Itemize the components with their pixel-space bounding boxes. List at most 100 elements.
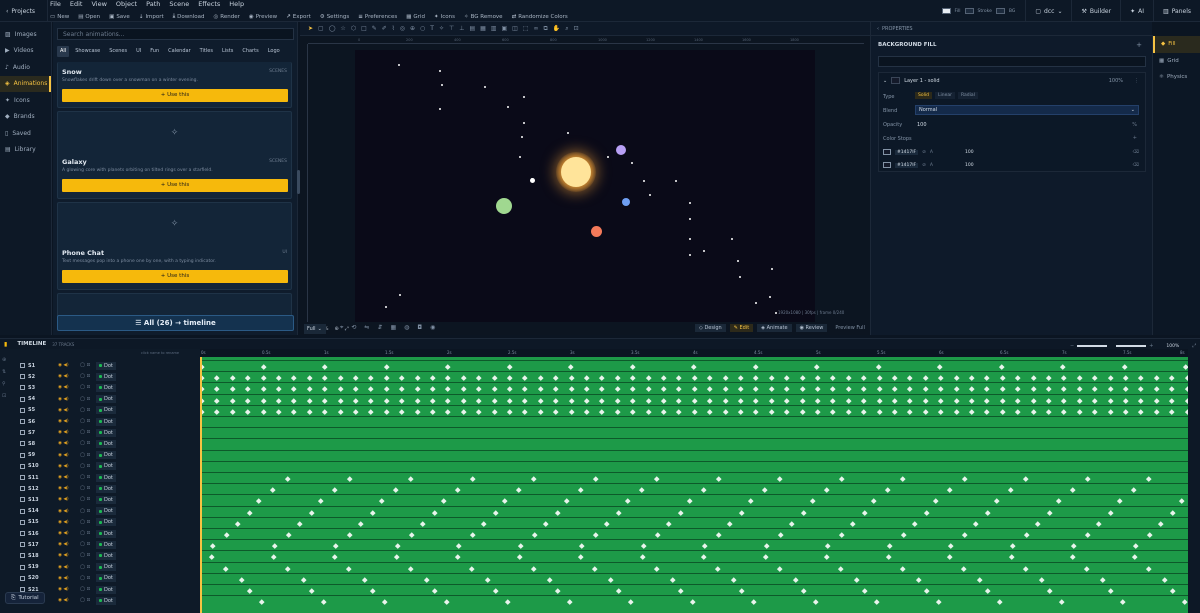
track-type[interactable]: Dot xyxy=(96,507,116,516)
keyframe[interactable] xyxy=(784,397,790,403)
keyframe[interactable] xyxy=(491,375,497,381)
bg-swatch[interactable] xyxy=(995,8,1005,14)
keyframe[interactable] xyxy=(538,375,544,381)
keyframe[interactable] xyxy=(1070,554,1076,560)
keyframe[interactable] xyxy=(1015,397,1021,403)
keyframe[interactable] xyxy=(1046,375,1052,381)
keyframe[interactable] xyxy=(461,375,467,381)
keyframe[interactable] xyxy=(938,397,944,403)
keyframe[interactable] xyxy=(430,409,436,415)
keyframe[interactable] xyxy=(542,521,548,527)
keyframe[interactable] xyxy=(563,498,569,504)
track-name[interactable]: S4 xyxy=(28,396,58,402)
keyframe[interactable] xyxy=(823,487,829,493)
keyframe[interactable] xyxy=(368,386,374,392)
keyframe[interactable] xyxy=(370,509,376,515)
keyframe[interactable] xyxy=(762,487,768,493)
keyframe[interactable] xyxy=(948,543,954,549)
filter-titles[interactable]: Titles xyxy=(197,46,216,57)
keyframe[interactable] xyxy=(984,397,990,403)
keyframe[interactable] xyxy=(599,397,605,403)
keyframe[interactable] xyxy=(491,397,497,403)
track-checkbox[interactable] xyxy=(20,363,25,369)
track-checkbox[interactable] xyxy=(20,508,25,514)
keyframe[interactable] xyxy=(291,397,297,403)
keyframe[interactable] xyxy=(861,397,867,403)
keyframe[interactable] xyxy=(1061,375,1067,381)
track-row[interactable]: S11 ◉ ◀) ◯ ⊡ Dot xyxy=(0,472,200,483)
keyframe[interactable] xyxy=(224,532,230,538)
lock-icon[interactable]: ◯ ⊡ xyxy=(80,408,96,413)
keyframe[interactable] xyxy=(1132,543,1138,549)
visibility-icon[interactable]: ◉ ◀) xyxy=(58,542,80,547)
keyframe[interactable] xyxy=(259,599,265,605)
track-checkbox[interactable] xyxy=(20,452,25,458)
keyframe[interactable] xyxy=(776,565,782,571)
keyframe[interactable] xyxy=(630,386,636,392)
keyframe[interactable] xyxy=(727,521,733,527)
keyframe[interactable] xyxy=(285,532,291,538)
tab-fill[interactable]: ◆ Fill xyxy=(1153,36,1200,53)
keyframe[interactable] xyxy=(871,498,877,504)
keyframe[interactable] xyxy=(1008,554,1014,560)
keyframe[interactable] xyxy=(440,498,446,504)
keyframe[interactable] xyxy=(346,476,352,482)
keyframe[interactable] xyxy=(584,397,590,403)
filter-calendar[interactable]: Calendar xyxy=(165,46,193,57)
keyframe[interactable] xyxy=(676,386,682,392)
keyframe[interactable] xyxy=(1154,375,1160,381)
keyframe[interactable] xyxy=(886,543,892,549)
keyframe[interactable] xyxy=(738,397,744,403)
keyframe[interactable] xyxy=(731,577,737,583)
mode-edit[interactable]: ✎ Edit xyxy=(729,324,754,332)
keyframe[interactable] xyxy=(578,554,584,560)
preferences-button[interactable]: ≡ Preferences xyxy=(358,12,397,21)
filter-fun[interactable]: Fun xyxy=(147,46,162,57)
keyframe[interactable] xyxy=(320,599,326,605)
keyframe[interactable] xyxy=(984,375,990,381)
keyframe[interactable] xyxy=(384,375,390,381)
keyframe[interactable] xyxy=(430,386,436,392)
galaxy-stage[interactable] xyxy=(355,50,815,322)
visibility-icon[interactable]: ◉ ◀) xyxy=(58,441,80,446)
keyframe[interactable] xyxy=(753,397,759,403)
keyframe[interactable] xyxy=(1108,509,1114,515)
keyframe[interactable] xyxy=(214,386,220,392)
keyframe[interactable] xyxy=(953,386,959,392)
keyframe[interactable] xyxy=(923,386,929,392)
keyframe[interactable] xyxy=(260,409,266,415)
ellipse-tool-icon[interactable]: ◯ xyxy=(329,25,336,32)
mode-design[interactable]: ◇ Design xyxy=(695,324,726,332)
keyframe[interactable] xyxy=(692,409,698,415)
keyframe[interactable] xyxy=(260,375,266,381)
keyframe[interactable] xyxy=(961,565,967,571)
keyframe[interactable] xyxy=(566,599,572,605)
keyframe[interactable] xyxy=(769,409,775,415)
track-row[interactable]: S20 ◉ ◀) ◯ ⊡ Dot xyxy=(0,573,200,584)
pencil-tool-icon[interactable]: ✐ xyxy=(382,25,387,32)
track-name[interactable]: S10 xyxy=(28,463,58,469)
lock-icon[interactable]: ◯ ⊡ xyxy=(80,520,96,525)
keyframe[interactable] xyxy=(210,543,216,549)
keyframe[interactable] xyxy=(1107,397,1113,403)
keyframe[interactable] xyxy=(815,409,821,415)
keyframe[interactable] xyxy=(384,386,390,392)
delete-stop-icon[interactable]: ⌫ xyxy=(1133,150,1139,155)
keyframe[interactable] xyxy=(907,409,913,415)
star-tool-icon[interactable]: ☆ xyxy=(340,25,345,32)
keyframe[interactable] xyxy=(414,409,420,415)
keyframe[interactable] xyxy=(368,397,374,403)
stop-hex[interactable]: #1417IF xyxy=(895,162,919,168)
sun[interactable] xyxy=(561,157,591,187)
keyframe[interactable] xyxy=(592,476,598,482)
keyframe[interactable] xyxy=(625,498,631,504)
keyframe[interactable] xyxy=(1038,577,1044,583)
eyedropper-icon[interactable]: ⊘ xyxy=(922,150,926,155)
filter-all[interactable]: All xyxy=(57,46,70,57)
keyframe[interactable] xyxy=(1092,397,1098,403)
all-to-timeline-button[interactable]: ☰ All (26) → timeline xyxy=(57,315,294,331)
delete-stop-icon[interactable]: ⌫ xyxy=(1133,163,1139,168)
keyframe[interactable] xyxy=(676,409,682,415)
keyframe[interactable] xyxy=(1138,375,1144,381)
keyframe[interactable] xyxy=(256,498,262,504)
